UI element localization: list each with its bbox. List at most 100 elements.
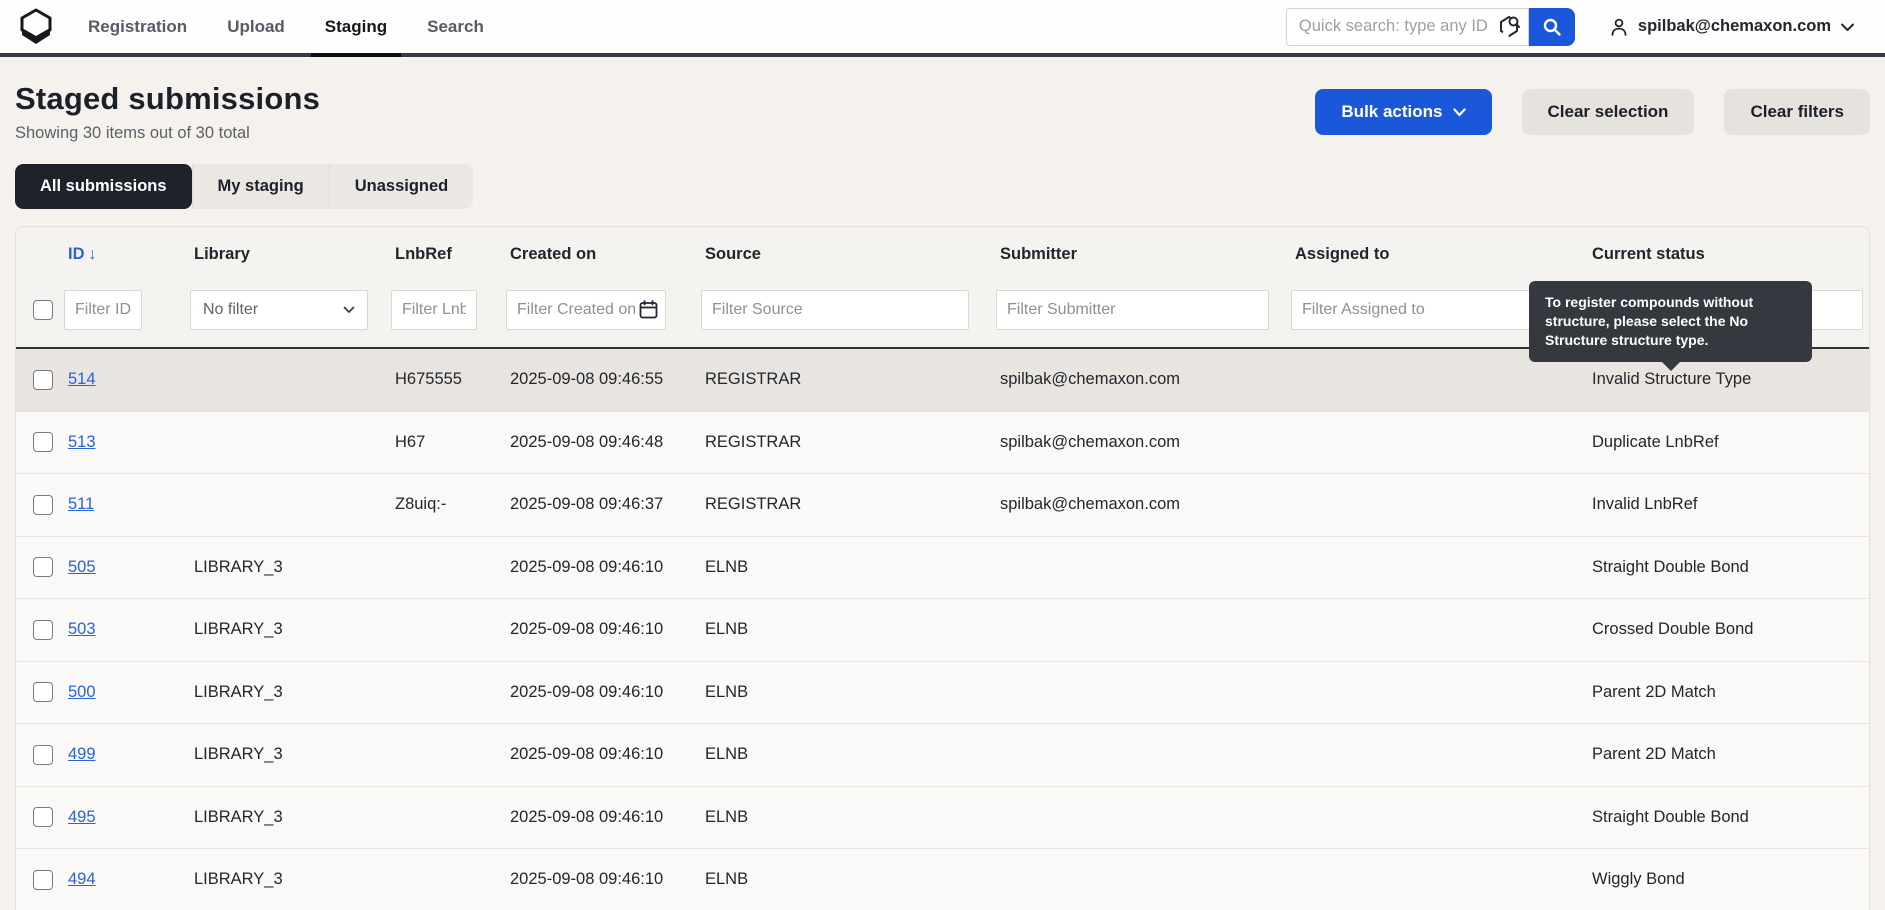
submitter-cell: spilbak@chemaxon.com [996,433,1291,452]
chevron-down-icon [1840,22,1855,32]
tab-all-submissions[interactable]: All submissions [15,164,192,209]
top-nav: Registration Upload Staging Search [0,0,1885,57]
table-header-row: ID↓ Library LnbRef Created on Source Sub… [16,227,1869,273]
filter-assigned-to-input[interactable] [1291,290,1540,330]
table-body: 514 H675555 2025-09-08 09:46:55 REGISTRA… [16,349,1869,910]
submission-id-link[interactable]: 514 [68,370,96,388]
submission-tabs: All submissions My staging Unassigned [15,164,473,209]
filter-submitter-input[interactable] [996,290,1269,330]
staged-submissions-table: ID↓ Library LnbRef Created on Source Sub… [15,226,1870,910]
tab-my-staging[interactable]: My staging [192,164,329,209]
row-checkbox[interactable] [33,682,53,702]
row-checkbox[interactable] [33,745,53,765]
row-checkbox[interactable] [33,495,53,515]
lnbref-cell: Z8uiq:- [391,495,506,514]
column-header-current-status[interactable]: Current status [1588,245,1869,264]
page-title: Staged submissions [15,81,320,117]
row-checkbox[interactable] [33,807,53,827]
created-on-cell: 2025-09-08 09:46:55 [506,370,701,389]
created-on-cell: 2025-09-08 09:46:10 [506,683,701,702]
library-cell: LIBRARY_3 [190,870,391,889]
column-header-submitter[interactable]: Submitter [996,245,1291,264]
column-header-created-on[interactable]: Created on [506,245,701,264]
created-on-cell: 2025-09-08 09:46:10 [506,870,701,889]
quick-search [1286,8,1575,46]
nav-item-upload[interactable]: Upload [227,0,285,53]
source-cell: REGISTRAR [701,433,996,452]
table-row[interactable]: 505 LIBRARY_3 2025-09-08 09:46:10 ELNB S… [16,537,1869,600]
row-checkbox[interactable] [33,870,53,890]
source-cell: ELNB [701,808,996,827]
search-submit-button[interactable] [1529,8,1575,46]
submission-id-link[interactable]: 511 [68,495,94,513]
status-cell: Invalid LnbRef [1588,495,1869,514]
clear-selection-button[interactable]: Clear selection [1522,89,1695,135]
status-cell: Wiggly Bond [1588,870,1869,889]
quick-search-input[interactable] [1299,17,1494,36]
nav-item-staging[interactable]: Staging [325,0,387,53]
status-tooltip: To register compounds without structure,… [1529,281,1812,362]
status-cell: Duplicate LnbRef [1588,433,1869,452]
filter-lnbref-input[interactable] [391,290,477,330]
filter-id-input[interactable] [64,290,142,330]
library-cell: LIBRARY_3 [190,558,391,577]
status-cell: Straight Double Bond [1588,808,1869,827]
submission-id-link[interactable]: 503 [68,620,96,638]
submission-id-link[interactable]: 513 [68,433,96,451]
created-on-cell: 2025-09-08 09:46:37 [506,495,701,514]
user-email: spilbak@chemaxon.com [1638,17,1831,36]
column-header-assigned-to[interactable]: Assigned to [1291,245,1588,264]
lnbref-cell: H67 [391,433,506,452]
table-row[interactable]: 499 LIBRARY_3 2025-09-08 09:46:10 ELNB P… [16,724,1869,787]
column-header-library[interactable]: Library [190,245,391,264]
created-on-cell: 2025-09-08 09:46:10 [506,808,701,827]
source-cell: ELNB [701,620,996,639]
submission-id-link[interactable]: 499 [68,745,96,763]
created-on-cell: 2025-09-08 09:46:10 [506,558,701,577]
items-count-text: Showing 30 items out of 30 total [15,124,320,143]
search-icon [1542,17,1562,37]
library-cell: LIBRARY_3 [190,808,391,827]
submitter-cell: spilbak@chemaxon.com [996,370,1291,389]
table-row[interactable]: 495 LIBRARY_3 2025-09-08 09:46:10 ELNB S… [16,787,1869,850]
status-cell: Crossed Double Bond [1588,620,1869,639]
table-row[interactable]: 513 H67 2025-09-08 09:46:48 REGISTRAR sp… [16,412,1869,475]
chemaxon-logo[interactable] [16,7,56,47]
table-row[interactable]: 511 Z8uiq:- 2025-09-08 09:46:37 REGISTRA… [16,474,1869,537]
status-cell: Invalid Structure Type [1588,370,1869,389]
submission-id-link[interactable]: 505 [68,558,96,576]
source-cell: REGISTRAR [701,370,996,389]
nav-item-search[interactable]: Search [427,0,484,53]
filter-library-select[interactable]: No filter [190,290,368,330]
row-checkbox[interactable] [33,620,53,640]
select-all-checkbox[interactable] [33,300,53,320]
clear-filters-button[interactable]: Clear filters [1724,89,1870,135]
table-row[interactable]: 503 LIBRARY_3 2025-09-08 09:46:10 ELNB C… [16,599,1869,662]
lnbref-cell: H675555 [391,370,506,389]
table-row[interactable]: 500 LIBRARY_3 2025-09-08 09:46:10 ELNB P… [16,662,1869,725]
submission-id-link[interactable]: 500 [68,683,96,701]
bulk-actions-button[interactable]: Bulk actions [1315,89,1491,135]
row-checkbox[interactable] [33,432,53,452]
submission-id-link[interactable]: 495 [68,808,96,826]
table-row[interactable]: 494 LIBRARY_3 2025-09-08 09:46:10 ELNB W… [16,849,1869,910]
row-checkbox[interactable] [33,557,53,577]
row-checkbox[interactable] [33,370,53,390]
status-cell: Parent 2D Match [1588,745,1869,764]
column-header-id[interactable]: ID↓ [64,245,190,264]
tab-unassigned[interactable]: Unassigned [329,164,474,209]
nav-item-registration[interactable]: Registration [88,0,187,53]
structure-search-icon[interactable] [1496,14,1522,40]
source-cell: ELNB [701,745,996,764]
chevron-down-icon [1453,108,1466,117]
created-on-cell: 2025-09-08 09:46:10 [506,745,701,764]
user-menu[interactable]: spilbak@chemaxon.com [1609,17,1855,37]
library-cell: LIBRARY_3 [190,683,391,702]
filter-source-input[interactable] [701,290,969,330]
calendar-icon[interactable] [638,299,659,320]
submission-id-link[interactable]: 494 [68,870,96,888]
column-header-source[interactable]: Source [701,245,996,264]
column-header-lnbref[interactable]: LnbRef [391,245,506,264]
person-icon [1609,17,1629,37]
source-cell: ELNB [701,870,996,889]
